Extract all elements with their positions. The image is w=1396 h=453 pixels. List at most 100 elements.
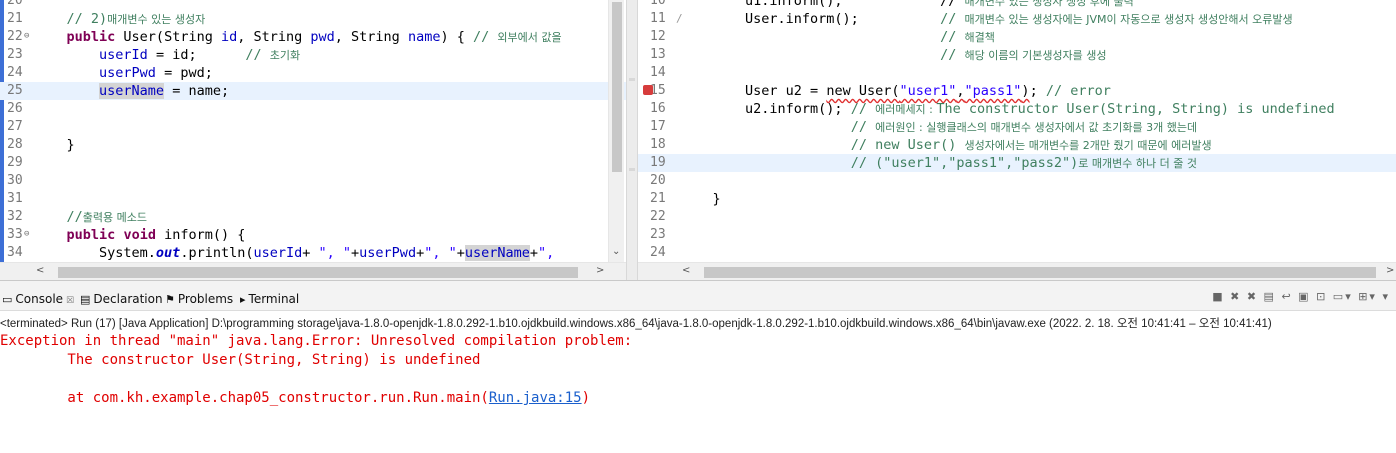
code-token: }	[34, 137, 75, 153]
code-token: //	[850, 101, 876, 117]
code-line[interactable]: 31	[0, 190, 626, 208]
code-text: // 에러원인 : 실행클래스의 매개변수 생성자에서 값 초기화를 3개 했는…	[680, 118, 1197, 137]
code-line[interactable]: 21 // 2)매개변수 있는 생성자	[0, 10, 626, 28]
stacktrace-link[interactable]: Run.java:15	[489, 390, 582, 406]
tab-declaration[interactable]: ▤ Declaration	[80, 289, 163, 309]
tab-label: Problems	[177, 292, 234, 306]
code-token: //	[850, 119, 876, 135]
line-number: 16	[650, 101, 666, 116]
code-token: 외부에서 값을	[497, 31, 562, 44]
code-line[interactable]: 28 }	[0, 136, 626, 154]
tab-console[interactable]: ▭ Console ☒	[2, 289, 74, 309]
code-token: System.	[34, 245, 156, 261]
line-number: 23	[650, 227, 666, 242]
code-line[interactable]: 20	[0, 0, 626, 10]
code-line[interactable]: 24	[638, 244, 1396, 262]
code-line[interactable]: 32 //출력용 메소드	[0, 208, 626, 226]
line-number: 18	[650, 137, 666, 152]
code-token: ", "	[318, 245, 352, 261]
code-line[interactable]: 25 userName = name;	[0, 82, 626, 100]
code-line[interactable]: 21 }	[638, 190, 1396, 208]
line-number: 23	[7, 47, 23, 62]
horizontal-scrollbar[interactable]: < >	[0, 262, 626, 280]
code-line[interactable]: 22 ⊖ public User(String id, String pwd, S…	[0, 28, 626, 46]
code-line[interactable]: 18 // new User() 생성자에서는 매개변수를 2개만 줬기 때문에…	[638, 136, 1396, 154]
hscrollbar-thumb[interactable]	[58, 267, 578, 278]
code-line[interactable]: 20	[638, 172, 1396, 190]
editor-split-sash[interactable]	[626, 0, 638, 280]
code-line[interactable]: 16 u2.inform(); // 에러메세지 : The construct…	[638, 100, 1396, 118]
code-line[interactable]: 30	[0, 172, 626, 190]
code-token: public	[66, 227, 116, 243]
code-token: 매개변수 있는 생성자	[107, 13, 206, 26]
error-marker-icon[interactable]	[643, 85, 653, 95]
word-wrap-icon[interactable]: ↩	[1281, 290, 1292, 303]
editor-run-java[interactable]: 10 u1.inform(); // 매개변수 있는 생성자 생성 후에 출력 1…	[638, 0, 1396, 280]
fold-toggle-icon[interactable]: ⊖	[24, 27, 29, 45]
fold-toggle-icon[interactable]: ⊖	[24, 225, 29, 243]
view-menu-icon[interactable]: ▾	[1382, 290, 1390, 303]
code-token: 에러원인 : 실행클래스의 매개변수 생성자에서 값 초기화를 3개 했는데	[875, 121, 1198, 134]
code-line[interactable]: 19 // ("user1","pass1","pass2")로 매개변수 하나…	[638, 154, 1396, 172]
code-token: public	[66, 29, 116, 45]
scroll-left-arrow-icon[interactable]: <	[682, 265, 690, 276]
code-token: userName	[99, 83, 165, 99]
code-token: name	[407, 29, 441, 45]
remove-all-icon[interactable]: ✖	[1247, 290, 1258, 303]
code-token: = name;	[164, 83, 230, 99]
code-line[interactable]: 22	[638, 208, 1396, 226]
code-token: +	[529, 245, 539, 261]
scroll-right-arrow-icon[interactable]: >	[1386, 265, 1394, 276]
code-line[interactable]: 27	[0, 118, 626, 136]
vertical-scrollbar[interactable]: ⌄	[608, 0, 624, 262]
code-token: //	[245, 47, 270, 63]
scroll-lock-icon[interactable]: ▤	[1264, 290, 1276, 303]
code-line[interactable]: 13 // 해당 이름의 기본생성자를 생성	[638, 46, 1396, 64]
editor-user-java[interactable]: 20 21 // 2)매개변수 있는 생성자 22 ⊖ public User(Str…	[0, 0, 626, 280]
close-icon[interactable]: ☒	[66, 296, 74, 306]
code-line[interactable]: 11/ User.inform(); // 매개변수 있는 생성자에는 JVM이…	[638, 10, 1396, 28]
code-text: }	[680, 190, 721, 208]
code-token: ", "	[424, 245, 457, 261]
remove-launch-icon[interactable]: ✖	[1230, 290, 1241, 303]
code-token: = pwd;	[155, 65, 213, 81]
line-number: 30	[7, 173, 23, 188]
new-console-icon[interactable]: ⊞▾	[1358, 290, 1377, 303]
overview-marker[interactable]	[629, 168, 635, 171]
code-line[interactable]: 24 userPwd = pwd;	[0, 64, 626, 82]
code-line[interactable]: 26	[0, 100, 626, 118]
horizontal-scrollbar[interactable]: < >	[638, 262, 1396, 280]
tab-problems[interactable]: ⚑ Problems	[165, 289, 233, 309]
scrollbar-thumb[interactable]	[612, 2, 622, 172]
code-line[interactable]: 34 System.out.println(userId+ ", "+userP…	[0, 244, 626, 262]
code-line[interactable]: 23	[638, 226, 1396, 244]
console-toolbar: ■ ✖ ✖ ▤ ↩ ▣ ⊡ ▭▾ ⊞▾ ▾	[1212, 290, 1390, 303]
code-line[interactable]: 29	[0, 154, 626, 172]
code-line[interactable]: 33 ⊖ public void inform() {	[0, 226, 626, 244]
hscrollbar-thumb[interactable]	[704, 267, 1376, 278]
stop-icon[interactable]: ■	[1212, 290, 1224, 303]
overview-marker[interactable]	[629, 78, 635, 81]
code-line[interactable]: 17 // 에러원인 : 실행클래스의 매개변수 생성자에서 값 초기화를 3개…	[638, 118, 1396, 136]
code-token: ",	[538, 245, 555, 261]
scroll-left-arrow-icon[interactable]: <	[36, 265, 44, 276]
code-token: out	[155, 245, 181, 261]
scroll-down-arrow-icon[interactable]: ⌄	[612, 246, 620, 257]
code-token: 로 매개변수 하나 더 줄 것	[1078, 157, 1197, 170]
code-line[interactable]: 23 userId = id; // 초기화	[0, 46, 626, 64]
code-token: // ("user1","pass1","pass2")	[850, 155, 1079, 171]
show-on-output-icon[interactable]: ▣	[1298, 290, 1310, 303]
code-line[interactable]: 12 // 해결책	[638, 28, 1396, 46]
code-line[interactable]: 15 User u2 = new User("user1","pass1"); …	[638, 82, 1396, 100]
scroll-right-arrow-icon[interactable]: >	[596, 265, 604, 276]
tab-terminal[interactable]: ▸ Terminal	[240, 289, 299, 309]
code-token: // 2)	[34, 11, 108, 27]
code-line[interactable]: 10 u1.inform(); // 매개변수 있는 생성자 생성 후에 출력	[638, 0, 1396, 10]
line-number: 32	[7, 209, 23, 224]
pin-console-icon[interactable]: ⊡	[1316, 290, 1327, 303]
code-line[interactable]: 14	[638, 64, 1396, 82]
display-console-icon[interactable]: ▭▾	[1333, 290, 1353, 303]
